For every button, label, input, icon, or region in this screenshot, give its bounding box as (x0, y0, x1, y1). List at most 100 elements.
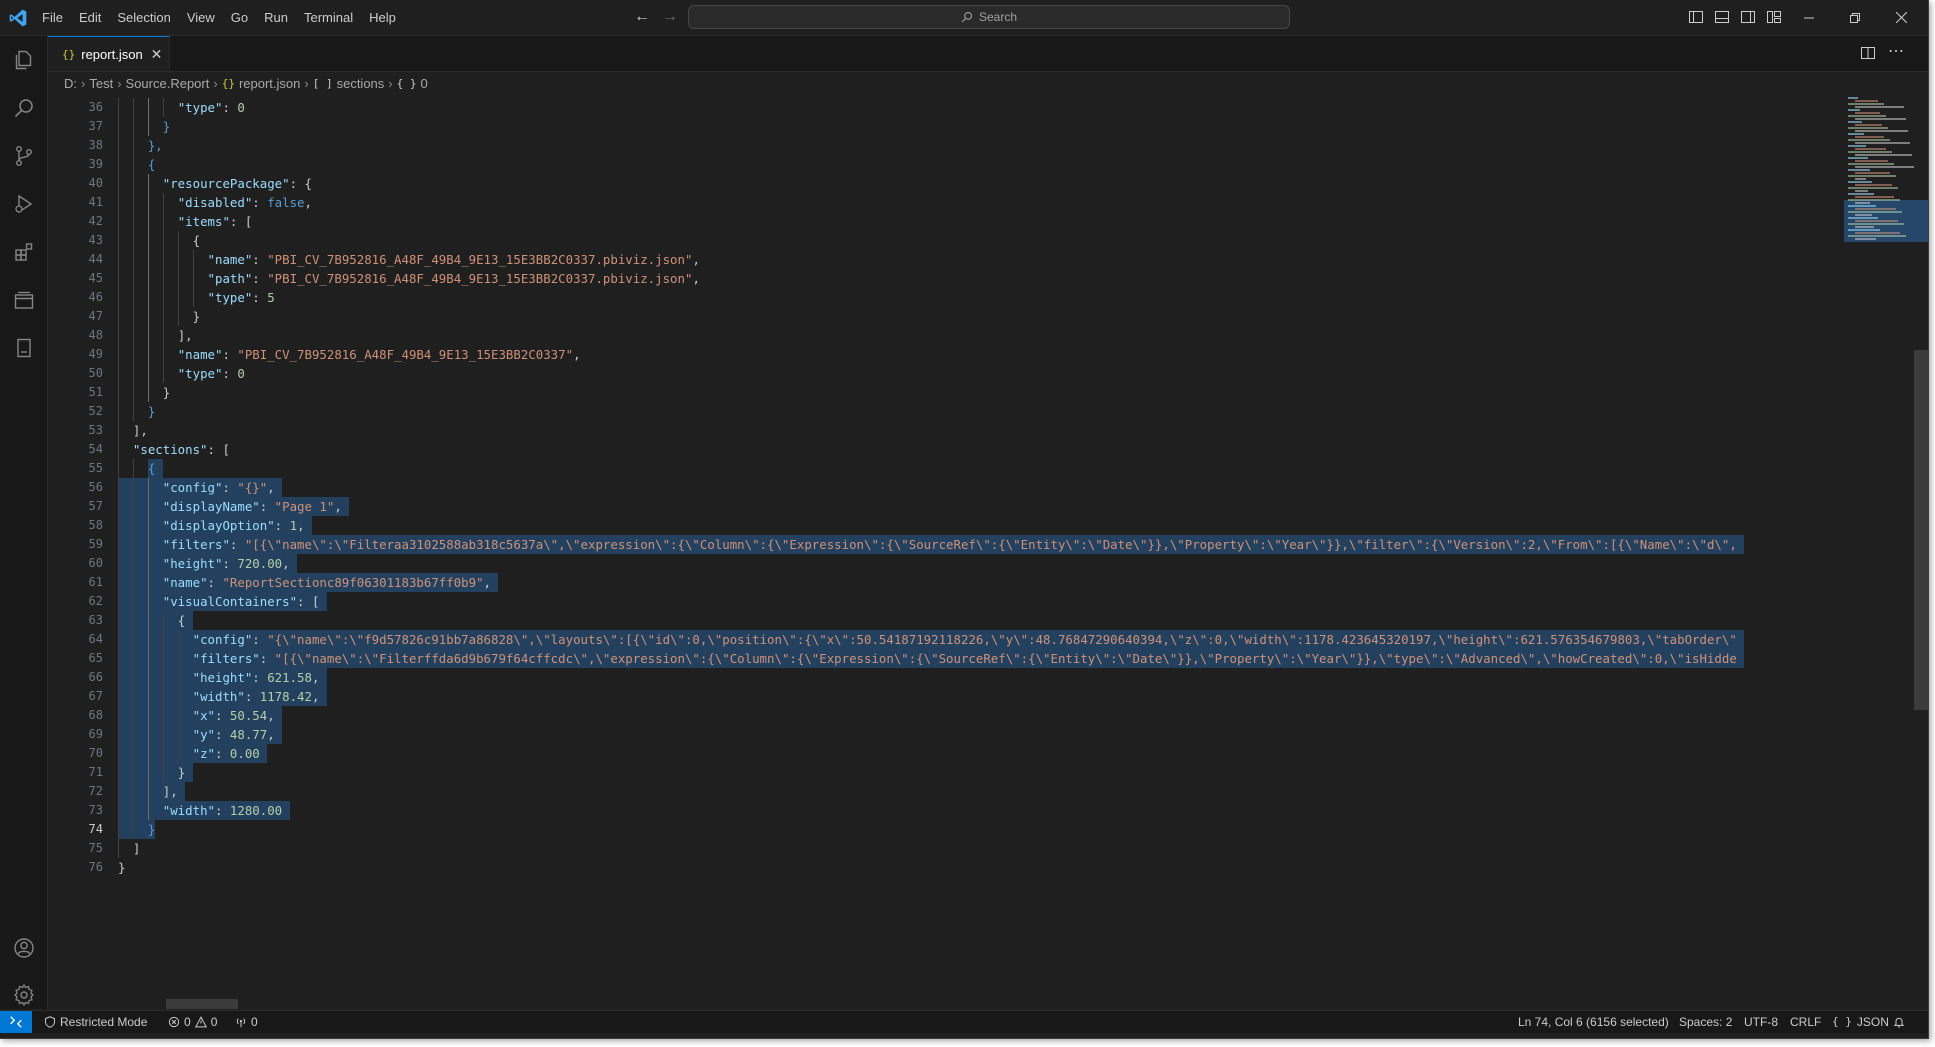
menu-help[interactable]: Help (361, 5, 404, 31)
ports-indicator[interactable]: 0 (235, 1011, 258, 1033)
code-line[interactable]: "config": "{\"name\":\"f9d57826c91bb7a86… (118, 630, 1737, 649)
remote-indicator-icon[interactable] (0, 1011, 32, 1033)
search-icon[interactable] (0, 84, 47, 131)
horizontal-scrollbar[interactable] (166, 999, 238, 1009)
code-line[interactable]: "z": 0.00 (118, 744, 260, 763)
go-forward-arrow-icon[interactable]: → (660, 8, 680, 26)
source-control-icon[interactable] (0, 132, 47, 179)
line-number: 56 (88, 480, 103, 494)
breadcrumb-drive[interactable]: D: (64, 76, 77, 91)
code-line[interactable]: "filters": "[{\"name\":\"Filteraa3102588… (118, 535, 1737, 554)
code-line[interactable]: "displayName": "Page 1", (118, 497, 342, 516)
code-line[interactable]: ], (118, 421, 148, 440)
minimap-line (1848, 151, 1892, 153)
more-actions-icon[interactable]: ⋯ (1884, 41, 1908, 65)
code-line[interactable]: } (118, 383, 170, 402)
code-line[interactable]: "path": "PBI_CV_7B952816_A48F_49B4_9E13_… (118, 269, 700, 288)
minimize-window-icon[interactable] (1786, 0, 1832, 35)
cursor-position[interactable]: Ln 74, Col 6 (6156 selected) (1518, 1011, 1669, 1033)
code-line[interactable]: } (118, 763, 185, 782)
minimap-line (1848, 223, 1904, 225)
breadcrumb-symbol-sections[interactable]: sections (337, 76, 385, 91)
tab-report-json[interactable]: {} report.json ✕ (48, 36, 170, 71)
code-line[interactable]: ] (118, 839, 140, 858)
code-line[interactable]: "sections": [ (118, 440, 230, 459)
menu-view[interactable]: View (179, 5, 223, 31)
remote-explorer-icon[interactable] (0, 276, 47, 323)
code-token: : [ (207, 442, 230, 457)
code-line[interactable]: } (118, 307, 200, 326)
code-line[interactable]: }, (118, 136, 163, 155)
code-line[interactable]: { (118, 155, 155, 174)
command-center-search[interactable]: Search (688, 5, 1290, 29)
code-line[interactable]: "resourcePackage": { (118, 174, 312, 193)
code-line[interactable]: ], (118, 326, 193, 345)
menu-run[interactable]: Run (256, 5, 296, 31)
menu-go[interactable]: Go (223, 5, 256, 31)
code-line[interactable]: { (118, 459, 155, 478)
code-line[interactable]: "name": "ReportSectionc89f06301183b67ff0… (118, 573, 491, 592)
book-icon[interactable] (0, 324, 47, 371)
code-line[interactable]: "name": "PBI_CV_7B952816_A48F_49B4_9E13_… (118, 345, 581, 364)
code-token: , (304, 195, 312, 210)
code-line[interactable]: } (118, 402, 155, 421)
customize-layout-icon[interactable] (1766, 9, 1782, 25)
explorer-icon[interactable] (0, 36, 47, 83)
menu-file[interactable]: File (34, 5, 71, 31)
close-tab-icon[interactable]: ✕ (151, 46, 163, 63)
code-line[interactable]: { (118, 611, 185, 630)
code-line[interactable]: "type": 0 (118, 98, 245, 117)
run-debug-icon[interactable] (0, 180, 47, 227)
breadcrumb-folder-source-report[interactable]: Source.Report (126, 76, 210, 91)
problems-indicator[interactable]: 0 0 (168, 1011, 217, 1033)
extensions-icon[interactable] (0, 228, 47, 275)
toggle-secondary-sidebar-icon[interactable] (1740, 9, 1756, 25)
code-token: "x" (192, 708, 215, 723)
menu-selection[interactable]: Selection (109, 5, 178, 31)
code-line[interactable]: "name": "PBI_CV_7B952816_A48F_49B4_9E13_… (118, 250, 700, 269)
code-line[interactable]: "visualContainers": [ (118, 592, 320, 611)
code-line[interactable]: "height": 621.58, (118, 668, 320, 687)
code-line[interactable]: "filters": "[{\"name\":\"Filterffda6d9b6… (118, 649, 1737, 668)
menu-terminal[interactable]: Terminal (296, 5, 361, 31)
restore-window-icon[interactable] (1832, 0, 1878, 35)
code-line[interactable]: "type": 5 (118, 288, 275, 307)
code-line[interactable]: "width": 1280.00 (118, 801, 282, 820)
minimap-line (1855, 166, 1914, 168)
notifications-bell-icon[interactable] (1893, 1011, 1909, 1033)
language-mode[interactable]: { } JSON (1832, 1011, 1889, 1033)
close-window-icon[interactable] (1878, 0, 1924, 35)
line-number: 62 (88, 594, 103, 608)
go-back-arrow-icon[interactable]: ← (632, 8, 652, 26)
code-editor[interactable]: 36 37 38 39 40 41 42 43 44 45 46 47 48 49 50 51 52 53 54 55… (48, 95, 1928, 1009)
encoding-setting[interactable]: UTF-8 (1744, 1011, 1778, 1033)
toggle-primary-sidebar-icon[interactable] (1688, 9, 1704, 25)
code-line[interactable]: "disabled": false, (118, 193, 312, 212)
code-line[interactable]: "type": 0 (118, 364, 245, 383)
code-line[interactable]: } (118, 820, 155, 839)
code-line[interactable]: } (118, 858, 125, 877)
code-line[interactable]: "items": [ (118, 212, 253, 231)
code-line[interactable]: { (118, 231, 200, 250)
code-line[interactable]: "width": 1178.42, (118, 687, 320, 706)
code-area[interactable]: "type": 0 } }, { "resourcePackage": { "d… (118, 95, 1843, 1009)
code-line[interactable]: } (118, 117, 170, 136)
menu-edit[interactable]: Edit (71, 5, 109, 31)
code-line[interactable]: "x": 50.54, (118, 706, 275, 725)
breadcrumb-symbol-0[interactable]: 0 (421, 76, 428, 91)
restricted-mode-indicator[interactable]: Restricted Mode (44, 1011, 147, 1033)
split-editor-icon[interactable] (1860, 45, 1876, 61)
code-line[interactable]: "displayOption": 1, (118, 516, 305, 535)
toggle-panel-icon[interactable] (1714, 9, 1730, 25)
vertical-scrollbar[interactable] (1914, 350, 1928, 710)
breadcrumb-folder-test[interactable]: Test (89, 76, 113, 91)
eol-setting[interactable]: CRLF (1790, 1011, 1821, 1033)
code-line[interactable]: "y": 48.77, (118, 725, 275, 744)
code-line[interactable]: "config": "{}", (118, 478, 275, 497)
code-line[interactable]: "height": 720.00, (118, 554, 290, 573)
breadcrumb-file[interactable]: report.json (239, 76, 300, 91)
accounts-icon[interactable] (0, 924, 47, 971)
indentation-setting[interactable]: Spaces: 2 (1679, 1011, 1732, 1033)
code-line[interactable]: ], (118, 782, 178, 801)
